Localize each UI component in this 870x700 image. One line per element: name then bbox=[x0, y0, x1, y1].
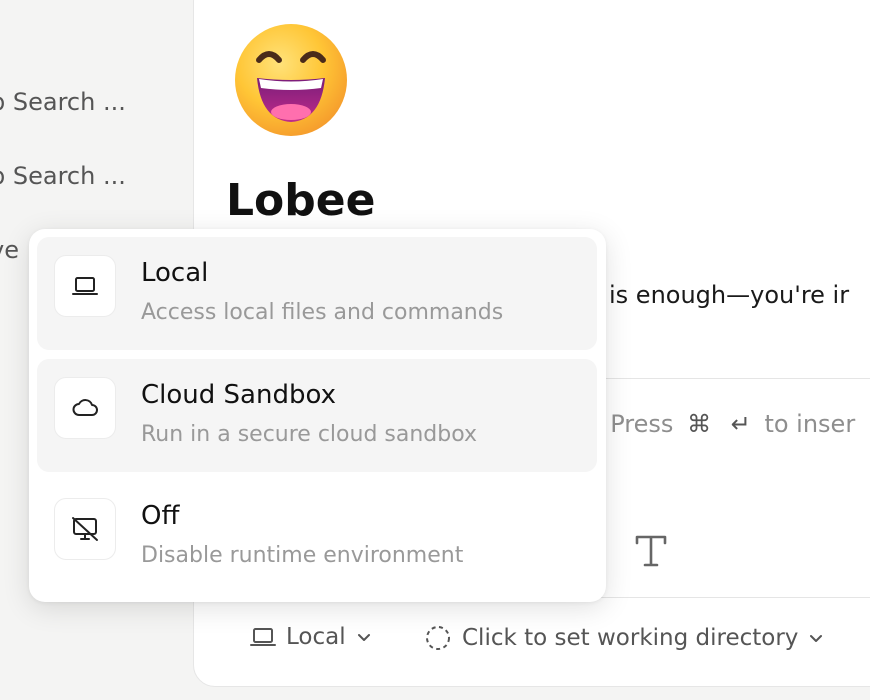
option-title: Off bbox=[141, 501, 180, 531]
sidebar-item-topic[interactable]: b Search ... bbox=[0, 162, 126, 190]
option-description: Run in a secure cloud sandbox bbox=[141, 422, 478, 447]
runtime-option-off[interactable]: Off Disable runtime environment bbox=[37, 480, 597, 593]
cloud-icon bbox=[72, 399, 98, 416]
option-description: Disable runtime environment bbox=[141, 543, 464, 568]
sidebar-item-topic[interactable]: b Search ... bbox=[0, 88, 126, 116]
agent-description: is enough—you're ir bbox=[609, 281, 850, 309]
option-description: Access local files and commands bbox=[141, 300, 504, 325]
input-placeholder-hint: , Press ⌘ ↵ to inser bbox=[595, 410, 855, 438]
hint-text-right: to inser bbox=[764, 410, 856, 438]
runtime-selector-label: Local bbox=[286, 624, 346, 650]
enter-key-icon: ↵ bbox=[730, 410, 751, 438]
option-title: Cloud Sandbox bbox=[141, 380, 336, 410]
monitor-off-icon bbox=[72, 517, 98, 541]
laptop-icon bbox=[250, 628, 276, 646]
option-icon-container bbox=[54, 377, 116, 439]
sidebar-item-topic[interactable]: ve bbox=[0, 236, 19, 264]
agent-title: Lobee bbox=[226, 175, 376, 226]
runtime-option-cloud-sandbox[interactable]: Cloud Sandbox Run in a secure cloud sand… bbox=[37, 359, 597, 472]
working-directory-label: Click to set working directory bbox=[462, 625, 799, 651]
option-icon-container bbox=[54, 255, 116, 317]
grinning-face-with-smiling-eyes-icon bbox=[235, 24, 347, 136]
option-icon-container bbox=[54, 498, 116, 560]
chevron-down-icon bbox=[357, 634, 370, 641]
laptop-icon bbox=[72, 277, 98, 295]
chevron-down-icon bbox=[810, 635, 823, 642]
text-format-icon[interactable] bbox=[634, 533, 668, 569]
dashed-circle-icon bbox=[426, 626, 450, 650]
runtime-selector-button[interactable]: Local bbox=[250, 624, 372, 650]
runtime-option-local[interactable]: Local Access local files and commands bbox=[37, 237, 597, 350]
hint-text-left: , Press bbox=[595, 410, 674, 438]
option-title: Local bbox=[141, 258, 209, 288]
runtime-popover-menu: Local Access local files and commands Cl… bbox=[29, 229, 606, 602]
command-key-icon: ⌘ bbox=[687, 410, 712, 438]
working-directory-button[interactable]: Click to set working directory bbox=[424, 624, 824, 652]
